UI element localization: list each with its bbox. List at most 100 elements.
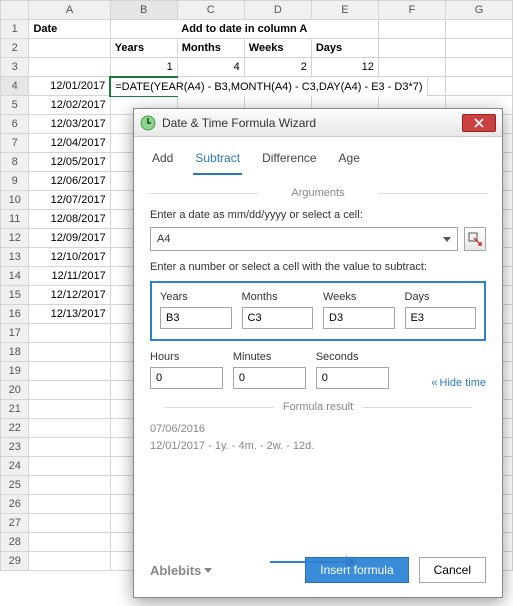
cell[interactable]: 12/10/2017	[29, 248, 110, 267]
cell[interactable]: 12/04/2017	[29, 134, 110, 153]
row-9[interactable]: 9	[1, 172, 29, 191]
cell[interactable]	[378, 39, 445, 58]
cell[interactable]	[29, 495, 110, 514]
row-6[interactable]: 6	[1, 115, 29, 134]
cell[interactable]	[29, 39, 110, 58]
years-input[interactable]	[160, 307, 232, 329]
days-input[interactable]	[405, 307, 477, 329]
row-4[interactable]: 4	[1, 77, 29, 96]
hours-input[interactable]	[150, 367, 223, 389]
row-18[interactable]: 18	[1, 343, 29, 362]
tab-add[interactable]: Add	[150, 147, 175, 175]
row-12[interactable]: 12	[1, 229, 29, 248]
cell[interactable]	[445, 58, 512, 77]
row-15[interactable]: 15	[1, 286, 29, 305]
cell[interactable]	[445, 39, 512, 58]
row-16[interactable]: 16	[1, 305, 29, 324]
cell[interactable]	[29, 324, 110, 343]
cell[interactable]: 2	[244, 58, 311, 77]
cell[interactable]	[29, 533, 110, 552]
cell[interactable]: Weeks	[244, 39, 311, 58]
date-input[interactable]: A4	[150, 227, 458, 251]
cell[interactable]: 4	[177, 58, 244, 77]
hide-time-link[interactable]: «Hide time	[399, 377, 486, 389]
row-14[interactable]: 14	[1, 267, 29, 286]
row-7[interactable]: 7	[1, 134, 29, 153]
cell[interactable]: 12/07/2017	[29, 191, 110, 210]
row-13[interactable]: 13	[1, 248, 29, 267]
corner-cell[interactable]	[1, 1, 29, 20]
minutes-input[interactable]	[233, 367, 306, 389]
tab-subtract[interactable]: Subtract	[193, 147, 242, 175]
row-2[interactable]: 2	[1, 39, 29, 58]
cell[interactable]	[29, 438, 110, 457]
cell[interactable]	[29, 457, 110, 476]
col-C[interactable]: C	[177, 1, 244, 20]
cell[interactable]	[378, 20, 445, 39]
cell[interactable]: 12/08/2017	[29, 210, 110, 229]
row-5[interactable]: 5	[1, 96, 29, 115]
cell[interactable]: 12/09/2017	[29, 229, 110, 248]
cell[interactable]	[29, 381, 110, 400]
col-E[interactable]: E	[311, 1, 378, 20]
cell[interactable]: 12/06/2017	[29, 172, 110, 191]
cell[interactable]	[29, 552, 110, 571]
row-1[interactable]: 1	[1, 20, 29, 39]
col-B[interactable]: B	[110, 1, 177, 20]
cell[interactable]	[445, 20, 512, 39]
cell[interactable]: 12/12/2017	[29, 286, 110, 305]
row-24[interactable]: 24	[1, 457, 29, 476]
row-22[interactable]: 22	[1, 419, 29, 438]
cell[interactable]: 12/05/2017	[29, 153, 110, 172]
col-D[interactable]: D	[244, 1, 311, 20]
row-3[interactable]: 3	[1, 58, 29, 77]
cell[interactable]	[29, 343, 110, 362]
row-21[interactable]: 21	[1, 400, 29, 419]
row-28[interactable]: 28	[1, 533, 29, 552]
row-26[interactable]: 26	[1, 495, 29, 514]
col-G[interactable]: G	[445, 1, 512, 20]
col-F[interactable]: F	[378, 1, 445, 20]
cell[interactable]: 12/03/2017	[29, 115, 110, 134]
cell[interactable]: Date	[29, 20, 110, 39]
cell[interactable]: 12/13/2017	[29, 305, 110, 324]
cell[interactable]: Months	[177, 39, 244, 58]
cell[interactable]: 12/02/2017	[29, 96, 110, 115]
cell[interactable]	[29, 58, 110, 77]
cell[interactable]	[29, 514, 110, 533]
cell[interactable]: 1	[110, 58, 177, 77]
cell[interactable]	[29, 419, 110, 438]
row-23[interactable]: 23	[1, 438, 29, 457]
row-17[interactable]: 17	[1, 324, 29, 343]
cell[interactable]	[29, 400, 110, 419]
weeks-input[interactable]	[323, 307, 395, 329]
seconds-input[interactable]	[316, 367, 389, 389]
cell[interactable]	[445, 77, 512, 96]
col-A[interactable]: A	[29, 1, 110, 20]
tab-difference[interactable]: Difference	[260, 147, 318, 175]
row-19[interactable]: 19	[1, 362, 29, 381]
row-27[interactable]: 27	[1, 514, 29, 533]
cell[interactable]: 12	[311, 58, 378, 77]
row-29[interactable]: 29	[1, 552, 29, 571]
cell[interactable]: =DATE(YEAR(A4) - B3,MONTH(A4) - C3,DAY(A…	[110, 77, 177, 96]
cancel-button[interactable]: Cancel	[419, 557, 486, 583]
row-8[interactable]: 8	[1, 153, 29, 172]
cell[interactable]	[29, 476, 110, 495]
row-20[interactable]: 20	[1, 381, 29, 400]
cell[interactable]	[29, 362, 110, 381]
row-11[interactable]: 11	[1, 210, 29, 229]
tab-age[interactable]: Age	[337, 147, 362, 175]
close-button[interactable]	[462, 114, 496, 132]
row-25[interactable]: 25	[1, 476, 29, 495]
cell[interactable]: Add to date in column A	[110, 20, 378, 39]
cell-picker-button[interactable]	[464, 227, 486, 251]
months-input[interactable]	[242, 307, 314, 329]
cell[interactable]: 12/11/2017	[29, 267, 110, 286]
row-10[interactable]: 10	[1, 191, 29, 210]
cell[interactable]: 12/01/2017	[29, 77, 110, 96]
dialog-titlebar[interactable]: Date & Time Formula Wizard	[134, 109, 502, 137]
cell[interactable]: Days	[311, 39, 378, 58]
cell[interactable]	[378, 58, 445, 77]
cell[interactable]: Years	[110, 39, 177, 58]
